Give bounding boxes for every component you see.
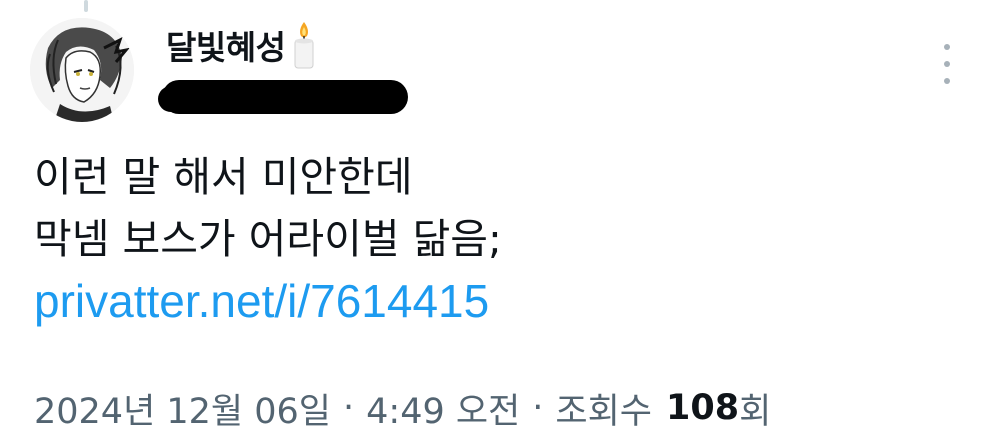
tweet-text: 이런 말 해서 미안한데 막넴 보스가 어라이벌 닮음; privatter.n…: [34, 146, 954, 332]
author-display-name[interactable]: 달빛혜성: [166, 21, 286, 69]
author-handle-redacted: [158, 80, 408, 114]
avatar-illustration-icon: [30, 18, 134, 122]
ellipsis-dot: [944, 78, 950, 84]
meta-separator: ·: [343, 388, 355, 428]
tweet-meta: 2024년 12월 06일 · 4:49 오전 · 조회수 108 회: [34, 380, 771, 436]
views-suffix: 회: [739, 391, 772, 432]
tweet-link[interactable]: privatter.net/i/7614415: [34, 270, 489, 332]
tweet-line: 이런 말 해서 미안한데: [34, 153, 413, 201]
views-count: 108: [666, 388, 740, 428]
candle-icon: [294, 22, 314, 69]
views-label: 조회수: [555, 391, 653, 432]
author-name-row[interactable]: 달빛혜성: [166, 20, 319, 70]
tweet-date[interactable]: 2024년 12월 06일: [34, 383, 331, 434]
ellipsis-dot: [944, 61, 950, 67]
tweet-time[interactable]: 4:49 오전: [366, 383, 520, 434]
avatar[interactable]: [30, 18, 134, 122]
vertical-ellipsis-icon: [944, 44, 950, 50]
meta-separator: ·: [532, 388, 544, 428]
more-options-button[interactable]: [936, 44, 958, 84]
tweet-line: 막넴 보스가 어라이벌 닮음;: [34, 215, 502, 263]
thread-connector-line: [84, 0, 88, 12]
